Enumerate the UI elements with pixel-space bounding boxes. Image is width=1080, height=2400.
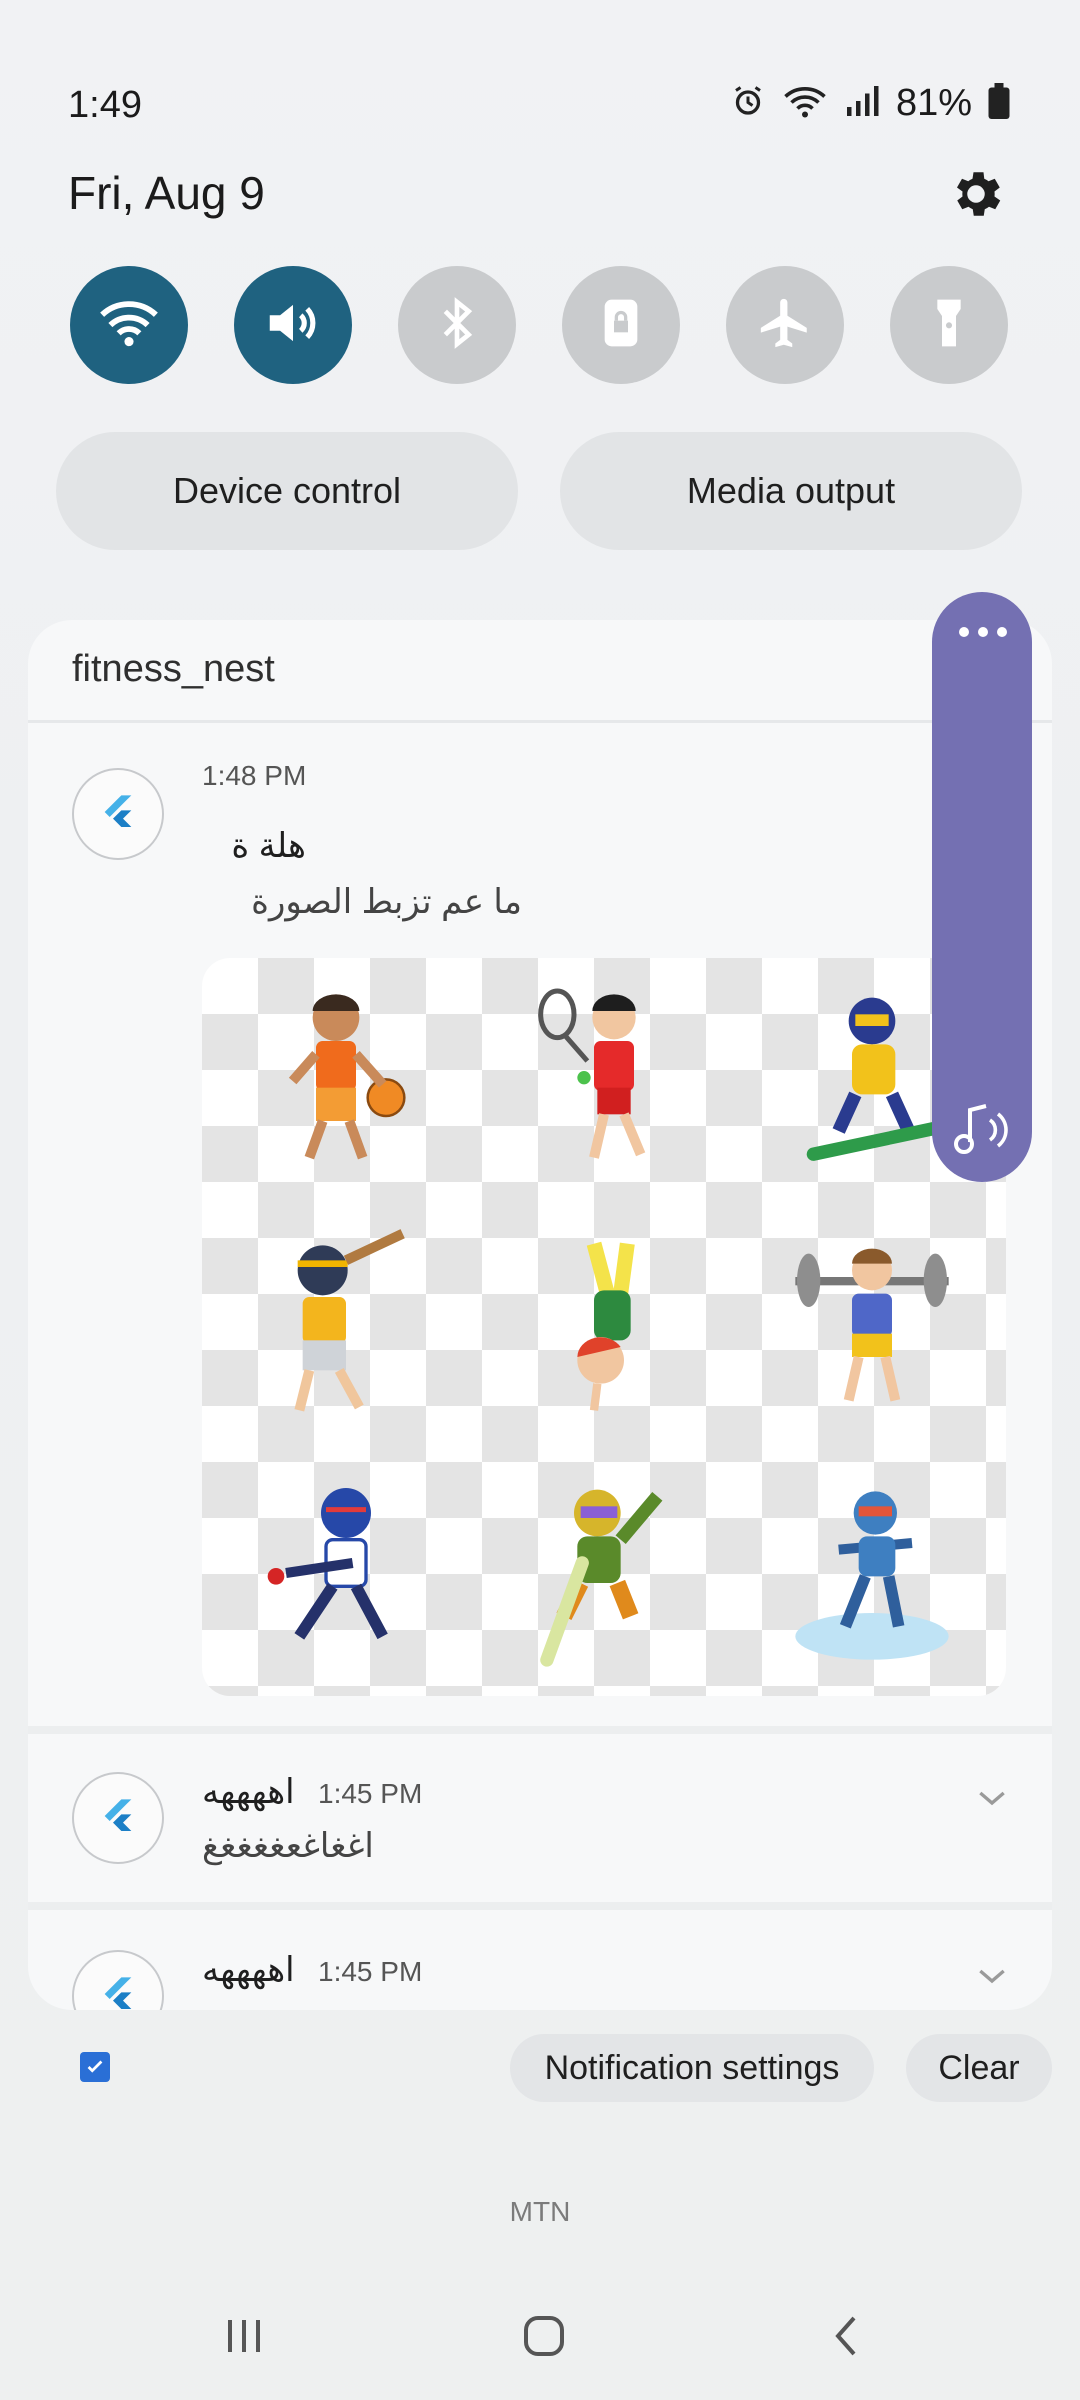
date-label: Fri, Aug 9 (68, 167, 265, 219)
media-output-button[interactable]: Media output (560, 432, 1022, 550)
flutter-logo-icon (98, 792, 138, 837)
sticker-basketball (202, 958, 470, 1204)
app-avatar (72, 768, 164, 860)
back-icon (824, 2316, 872, 2364)
carrier-label: MTN (509, 2196, 571, 2227)
sticker-ice-skating (738, 1450, 1006, 1696)
settings-gear-icon[interactable] (946, 164, 1006, 224)
notification-title: اههههه (202, 1951, 295, 1989)
flutter-logo-icon (98, 1974, 138, 2011)
signal-icon (844, 83, 880, 124)
wifi-icon (782, 83, 828, 124)
divider (28, 720, 1052, 723)
rotation-lock-toggle[interactable] (562, 266, 680, 384)
notification-time: 1:45 PM (318, 1778, 423, 1809)
recent-apps-icon (220, 2320, 268, 2364)
app-avatar (72, 1950, 164, 2010)
device-control-button[interactable]: Device control (56, 432, 518, 550)
bluetooth-toggle[interactable] (398, 266, 516, 384)
notification-title: هلة ة (231, 827, 306, 865)
app-name: fitness_nest (72, 648, 275, 690)
sticker-breakdance (470, 1204, 738, 1450)
speaker-icon (262, 292, 324, 359)
sticker-cricket (202, 1450, 470, 1696)
notification-group: fitness_nest 1:48 PM هلة ة ما عم تزبط ال… (28, 620, 1052, 2010)
flashlight-toggle[interactable] (890, 266, 1008, 384)
sticker-baseball (202, 1204, 470, 1450)
battery-icon (988, 83, 1010, 124)
home-icon (520, 2316, 568, 2364)
rotation-lock-icon (593, 295, 649, 356)
recent-apps-button[interactable] (220, 2312, 268, 2365)
sticker-tennis (470, 958, 738, 1204)
notification-time: 1:48 PM (202, 760, 307, 791)
notification-title: اههههه (202, 1773, 295, 1811)
airplane-mode-toggle[interactable] (726, 266, 844, 384)
alarm-icon (730, 83, 766, 124)
sticker-weightlifting (738, 1204, 1006, 1450)
notification-settings-button[interactable]: Notification settings (510, 2034, 874, 2102)
notification-text: اغغاغعغغغغغ (202, 1827, 374, 1865)
notification-text: ما عم تزبط الصورة (251, 883, 522, 921)
battery-percent: 81% (895, 82, 972, 124)
more-options-icon[interactable] (956, 622, 1010, 647)
divider (28, 1902, 1052, 1910)
select-all-checkbox[interactable] (80, 2052, 110, 2082)
back-button[interactable] (824, 2312, 872, 2365)
music-sound-icon[interactable] (950, 1102, 1014, 1163)
app-avatar (72, 1772, 164, 1864)
flashlight-icon (921, 295, 977, 356)
notification-time: 1:45 PM (318, 1956, 423, 1987)
chevron-down-icon[interactable] (972, 1778, 1012, 1818)
home-button[interactable] (520, 2312, 568, 2365)
airplane-icon (756, 294, 814, 357)
sticker-snowboard-green (470, 1450, 738, 1696)
status-time: 1:49 (68, 84, 142, 126)
flutter-logo-icon (98, 1796, 138, 1841)
sound-toggle[interactable] (234, 266, 352, 384)
chevron-down-icon[interactable] (972, 1956, 1012, 1996)
bluetooth-icon (429, 295, 485, 356)
divider (28, 1726, 1052, 1734)
clear-button[interactable]: Clear (906, 2034, 1052, 2102)
wifi-toggle[interactable] (70, 266, 188, 384)
edge-panel-bubble[interactable] (932, 592, 1032, 1182)
notification-image[interactable] (202, 958, 1006, 1696)
status-icons: 81% (730, 82, 1010, 125)
wifi-icon (98, 292, 160, 359)
